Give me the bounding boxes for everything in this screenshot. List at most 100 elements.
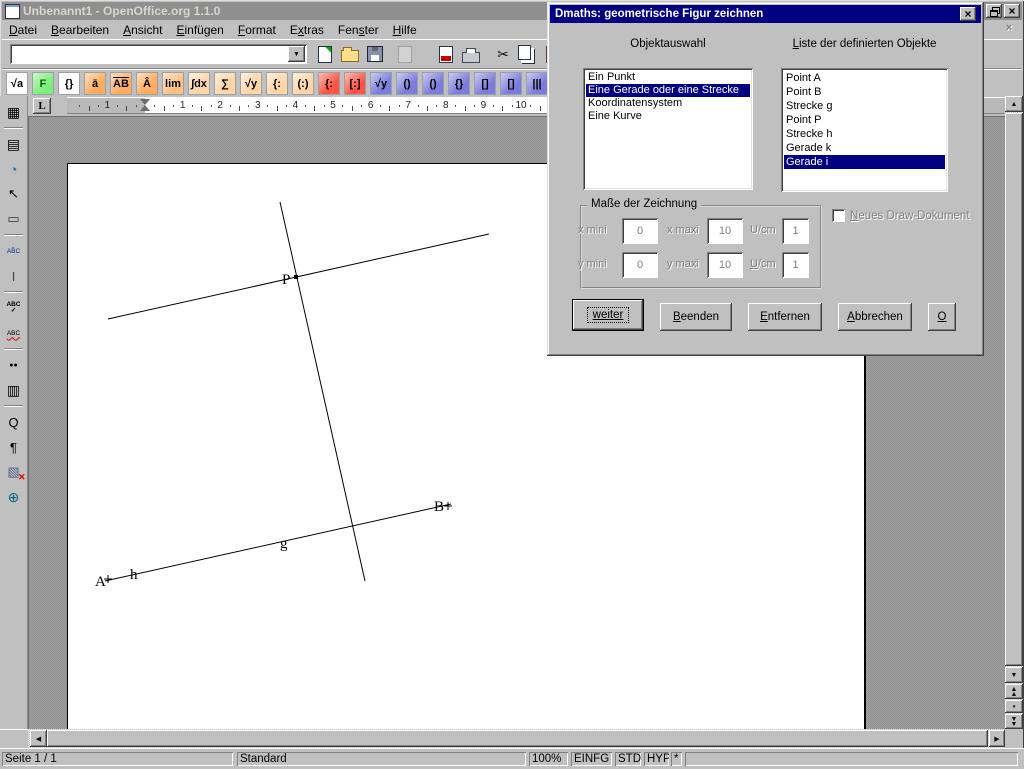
- save-button[interactable]: [364, 43, 386, 65]
- print-button[interactable]: [460, 43, 482, 65]
- norm-icon[interactable]: |||: [526, 72, 548, 95]
- weiter-button[interactable]: weiter: [573, 300, 643, 330]
- list-item-koordinatensystem[interactable]: Koordinatensystem: [586, 97, 750, 110]
- entfernen-button[interactable]: Entfernen: [748, 303, 822, 331]
- function-green-icon[interactable]: F: [32, 72, 54, 95]
- graphics-onoff-icon[interactable]: ▧✕: [2, 460, 26, 484]
- figure-label-p[interactable]: P: [282, 273, 290, 288]
- list-item-eine-kurve[interactable]: Eine Kurve: [586, 110, 750, 123]
- ucm-field-1[interactable]: 1: [782, 218, 809, 244]
- online-layout-icon[interactable]: ⊕: [2, 485, 26, 509]
- brace-colon-red-icon[interactable]: {:: [318, 72, 340, 95]
- menu-format[interactable]: Format: [231, 21, 283, 39]
- abbrechen-button[interactable]: Abbrechen: [838, 303, 912, 331]
- parens2-blue-icon[interactable]: (): [422, 72, 444, 95]
- new-document-button[interactable]: [314, 43, 336, 65]
- scroll-up-icon[interactable]: [1005, 96, 1023, 112]
- gerade-i-line[interactable]: [108, 234, 489, 319]
- bracket-colon-red-icon[interactable]: [:]: [344, 72, 366, 95]
- draw-functions-icon[interactable]: ↖: [2, 182, 26, 206]
- navigation-icon[interactable]: [1005, 700, 1023, 713]
- horizontal-scrollbar[interactable]: [28, 729, 1005, 748]
- root-tan-icon[interactable]: √y: [240, 72, 262, 95]
- tab-type-button[interactable]: L: [33, 98, 51, 114]
- insert-objects-icon[interactable]: ◔: [2, 157, 26, 181]
- autospellcheck-icon[interactable]: ABC: [2, 321, 26, 345]
- braces-blue-icon[interactable]: {}: [448, 72, 470, 95]
- figure-label-h[interactable]: h: [130, 568, 138, 583]
- y-maxi-field[interactable]: 10: [707, 252, 743, 278]
- dialog-titlebar[interactable]: Dmaths: geometrische Figur zeichnen: [550, 5, 981, 23]
- list-item-strecke-h[interactable]: Strecke h: [784, 127, 945, 141]
- menu-ansicht[interactable]: Ansicht: [116, 21, 169, 39]
- url-input[interactable]: [10, 44, 307, 64]
- integral-icon[interactable]: ∫dx: [188, 72, 210, 95]
- paren-colon-tan-icon[interactable]: (:): [292, 72, 314, 95]
- open-button[interactable]: [339, 43, 361, 65]
- braces-icon[interactable]: {}: [58, 72, 80, 95]
- vector-icon[interactable]: ā: [84, 72, 106, 95]
- cut-button[interactable]: ✂: [492, 43, 514, 65]
- x-mini-field[interactable]: 0: [622, 218, 658, 244]
- data-sources-icon[interactable]: ▥: [2, 378, 26, 402]
- root-blue-icon[interactable]: √y: [370, 72, 392, 95]
- figure-label-a[interactable]: A: [95, 575, 106, 590]
- page-indicator[interactable]: Seite 1 / 1: [2, 752, 233, 766]
- selection-mode[interactable]: STD: [615, 752, 641, 766]
- vertical-scroll-thumb[interactable]: [1005, 113, 1023, 666]
- neues-draw-dokument-checkbox[interactable]: [832, 209, 845, 222]
- insert-mode[interactable]: EINFG: [571, 752, 612, 766]
- insert-table-icon[interactable]: ▦: [2, 100, 26, 124]
- form-functions-icon[interactable]: ▭: [2, 207, 26, 231]
- figure-label-g[interactable]: g: [280, 537, 288, 552]
- brace-colon-tan-icon[interactable]: {:: [266, 72, 288, 95]
- beenden-button[interactable]: Beenden: [660, 303, 732, 331]
- nonprinting-characters-icon[interactable]: ¶: [2, 435, 26, 459]
- page-style[interactable]: Standard: [237, 752, 526, 766]
- defined-objects-list[interactable]: Point APoint BStrecke gPoint PStrecke hG…: [781, 68, 948, 192]
- figure-label-b[interactable]: B: [434, 500, 444, 515]
- circle-button[interactable]: O: [928, 303, 956, 331]
- direct-cursor-icon[interactable]: I: [2, 264, 26, 288]
- modified-flag[interactable]: *: [671, 752, 682, 766]
- menu-einfgen[interactable]: Einfügen: [169, 21, 230, 39]
- sqrt-a-icon[interactable]: √a: [6, 72, 28, 95]
- menu-extras[interactable]: Extras: [283, 21, 331, 39]
- gerade-k-line[interactable]: [280, 202, 365, 581]
- menu-fenster[interactable]: Fenster: [331, 21, 386, 39]
- vertical-scrollbar[interactable]: [1005, 96, 1023, 729]
- indent-marker[interactable]: [140, 99, 150, 112]
- scroll-down-icon[interactable]: [1005, 667, 1023, 683]
- parens-blue-icon[interactable]: (): [396, 72, 418, 95]
- previous-page-icon[interactable]: [1005, 684, 1023, 699]
- y-mini-field[interactable]: 0: [622, 252, 658, 278]
- restore-button[interactable]: [986, 4, 1002, 18]
- horizontal-scroll-thumb[interactable]: [47, 730, 988, 747]
- insert-fields-icon[interactable]: ▤: [2, 132, 26, 156]
- object-type-list[interactable]: Ein PunktEine Gerade oder eine StreckeKo…: [583, 68, 753, 190]
- chevron-down-icon[interactable]: ▼: [288, 46, 305, 62]
- find-replace-icon[interactable]: ●●: [2, 353, 26, 377]
- list-item-point-p[interactable]: Point P: [784, 113, 945, 127]
- zoom-level[interactable]: 100%: [529, 752, 568, 766]
- menu-bearbeiten[interactable]: Bearbeiten: [44, 21, 116, 39]
- scroll-left-icon[interactable]: [30, 730, 47, 747]
- ucm-field-2[interactable]: 1: [782, 252, 809, 278]
- scroll-right-icon[interactable]: [989, 730, 1005, 747]
- list-item-gerade-i[interactable]: Gerade i: [784, 155, 945, 169]
- export-pdf-button[interactable]: [435, 43, 457, 65]
- close-document-icon[interactable]: ×: [1002, 23, 1016, 35]
- list-item-eine-gerade-oder-eine-strecke[interactable]: Eine Gerade oder eine Strecke: [586, 84, 750, 97]
- next-page-icon[interactable]: [1005, 714, 1023, 729]
- edit-file-button[interactable]: [394, 43, 416, 65]
- hyperlink-mode[interactable]: HYP: [644, 752, 669, 766]
- url-combobox[interactable]: ▼: [10, 44, 307, 64]
- brackets2-blue-icon[interactable]: []: [500, 72, 522, 95]
- limit-icon[interactable]: lim: [162, 72, 184, 95]
- brackets-blue-icon[interactable]: []: [474, 72, 496, 95]
- autotext-icon[interactable]: AB̂C: [2, 239, 26, 263]
- segment-overline-icon[interactable]: AB: [110, 72, 132, 95]
- zoom-icon[interactable]: Q: [2, 410, 26, 434]
- angle-hat-icon[interactable]: Â: [136, 72, 158, 95]
- menu-hilfe[interactable]: Hilfe: [386, 21, 424, 39]
